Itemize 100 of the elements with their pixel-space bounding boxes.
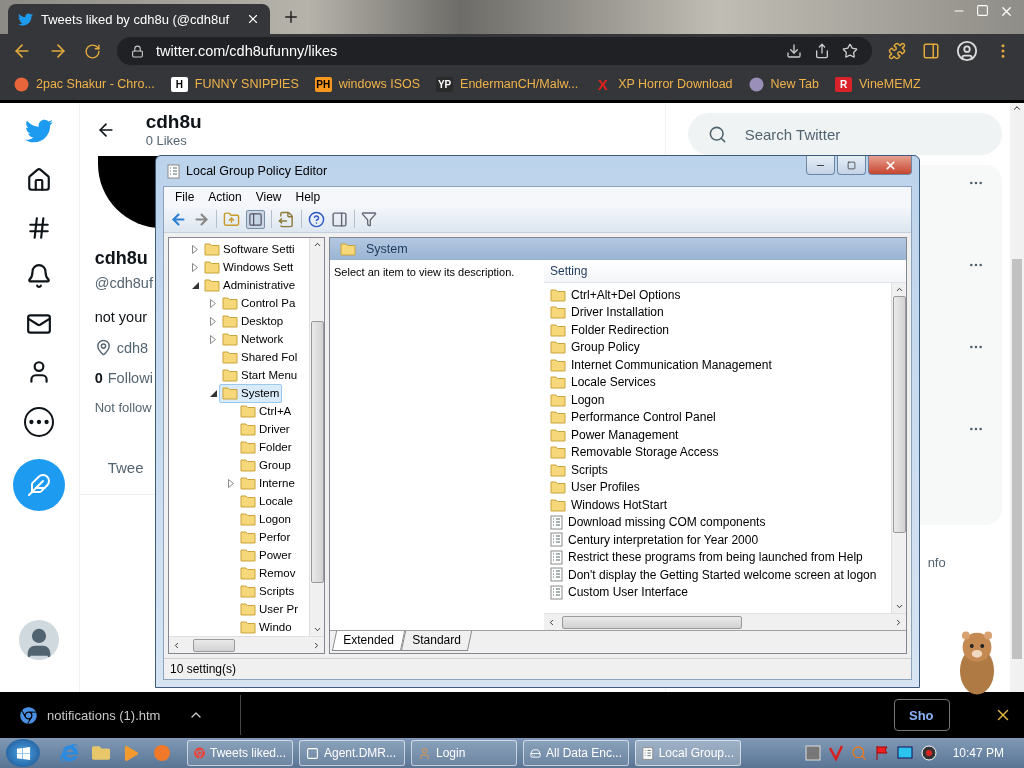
filter-icon[interactable] — [361, 211, 377, 227]
setting-item[interactable]: User Profiles — [544, 478, 891, 496]
maximize-button[interactable] — [837, 156, 866, 175]
bookmark-item[interactable]: PH windows ISOS — [314, 76, 421, 92]
page-scrollbar[interactable] — [1010, 103, 1024, 692]
download-filename[interactable]: notifications (1).htm — [47, 707, 161, 723]
bookmark-item[interactable]: R VineMEMZ — [835, 76, 921, 92]
properties-icon[interactable] — [331, 210, 348, 228]
setting-item[interactable]: Century interpretation for Year 2000 — [544, 531, 891, 549]
folder-icon[interactable] — [92, 744, 110, 762]
address-field[interactable]: twitter.com/cdh8ufunny/likes — [117, 37, 872, 65]
setting-item[interactable]: Internet Communication Management — [544, 356, 891, 374]
tree-item[interactable]: Locale — [237, 491, 296, 511]
setting-item[interactable]: Removable Storage Access — [544, 443, 891, 461]
restore-icon[interactable] — [976, 4, 989, 17]
bookmark-item[interactable]: H FUNNY SNIPPIES — [170, 76, 299, 92]
menu-item[interactable]: Help — [288, 189, 328, 204]
setting-item[interactable]: Performance Control Panel — [544, 408, 891, 426]
start-button[interactable] — [6, 739, 40, 767]
tree-item[interactable]: Scripts — [237, 581, 298, 601]
setting-item[interactable]: Locale Services — [544, 373, 891, 391]
minimize-button[interactable] — [806, 156, 835, 175]
compose-button[interactable] — [13, 459, 66, 511]
search-field[interactable]: Search Twitter — [687, 113, 1003, 155]
tree-item[interactable]: Folder — [237, 437, 295, 457]
setting-item[interactable]: Folder Redirection — [544, 321, 891, 339]
setting-item[interactable]: Driver Installation — [544, 303, 891, 321]
browser-tab[interactable]: Tweets liked by cdh8u (@cdh8uf — [8, 4, 270, 34]
setting-item[interactable]: Power Management — [544, 426, 891, 444]
mail-icon[interactable] — [26, 311, 53, 337]
new-tab-icon[interactable] — [282, 8, 300, 26]
tree-item[interactable]: Driver — [237, 419, 293, 439]
bookmark-item[interactable]: New Tab — [748, 76, 819, 92]
view-tab[interactable]: Standard — [400, 631, 472, 651]
tree-item[interactable]: Group — [237, 455, 294, 475]
reload-icon[interactable] — [84, 42, 101, 60]
setting-item[interactable]: Windows HotStart — [544, 496, 891, 514]
setting-item[interactable]: Don't display the Getting Started welcome screen at logon — [544, 566, 891, 584]
tree-horizontal-scrollbar[interactable] — [169, 636, 324, 653]
list-scrollbar[interactable] — [891, 283, 906, 613]
collapsed-arrow-icon[interactable] — [228, 478, 234, 488]
tree-item[interactable]: Administrative — [201, 275, 299, 295]
bookmark-item[interactable]: X XP Horror Download — [594, 76, 733, 92]
more-icon[interactable] — [24, 407, 55, 437]
setting-item[interactable]: Custom User Interface — [544, 583, 891, 601]
export-list-icon[interactable] — [278, 210, 295, 228]
close-button[interactable] — [868, 156, 912, 175]
tree-item[interactable]: System — [219, 383, 283, 403]
install-icon[interactable] — [786, 43, 802, 59]
setting-item[interactable]: Group Policy — [544, 338, 891, 356]
tree-item[interactable]: Start Menu — [219, 365, 301, 385]
menu-item[interactable]: File — [168, 189, 202, 204]
setting-item[interactable]: Download missing COM components — [544, 513, 891, 531]
tree-item[interactable]: User Pr — [237, 599, 301, 619]
expanded-arrow-icon[interactable] — [191, 281, 199, 289]
tree-item[interactable]: Desktop — [219, 311, 287, 331]
setting-item[interactable]: Scripts — [544, 461, 891, 479]
menu-item[interactable]: View — [248, 189, 289, 204]
speaker-icon[interactable] — [920, 745, 937, 761]
close-icon[interactable] — [246, 12, 260, 26]
bell-icon[interactable] — [26, 263, 53, 289]
expanded-arrow-icon[interactable] — [209, 389, 217, 397]
tree-item[interactable]: Power — [237, 545, 295, 565]
tree-item[interactable]: Ctrl+A — [237, 401, 295, 421]
tree-item[interactable]: Windows Sett — [201, 257, 297, 277]
account-avatar[interactable] — [19, 620, 60, 660]
bookmark-item[interactable]: YP EndermanCH/Malw... — [436, 76, 579, 92]
forward-icon[interactable] — [193, 210, 210, 228]
bookmark-item[interactable]: 2pac Shakur - Chro... — [14, 76, 155, 92]
tree-toggle-button[interactable] — [246, 209, 265, 229]
setting-item[interactable]: Logon — [544, 391, 891, 409]
checkmark-icon[interactable] — [828, 745, 843, 761]
profile-tab[interactable]: Twee — [107, 449, 144, 494]
scroll-up-icon[interactable] — [1012, 103, 1023, 113]
collapsed-arrow-icon[interactable] — [192, 244, 198, 254]
setting-item[interactable]: Restrict these programs from being launched from Help — [544, 548, 891, 566]
home-icon[interactable] — [26, 167, 53, 193]
monitor-icon[interactable] — [896, 746, 913, 760]
tree-item[interactable]: Network — [219, 329, 287, 349]
column-header[interactable]: Setting — [550, 264, 588, 278]
tree-item[interactable]: Windo — [237, 617, 295, 636]
tree-scrollbar[interactable] — [309, 238, 324, 636]
bird-icon[interactable] — [25, 117, 54, 145]
view-tab[interactable]: Extended — [331, 631, 405, 651]
show-all-button[interactable]: Sho — [894, 699, 950, 731]
side-panel-icon[interactable] — [922, 42, 940, 60]
menu-item[interactable]: Action — [201, 189, 249, 204]
tree-item[interactable]: Shared Fol — [219, 347, 301, 367]
tree-item[interactable]: Interne — [237, 473, 298, 493]
collapsed-arrow-icon[interactable] — [192, 262, 198, 272]
tree-item[interactable]: Control Pa — [219, 293, 299, 313]
collapsed-arrow-icon[interactable] — [210, 298, 216, 308]
tree-item[interactable]: Logon — [237, 509, 294, 529]
setting-item[interactable]: Ctrl+Alt+Del Options — [544, 286, 891, 304]
tree-item[interactable]: Software Setti — [201, 239, 298, 259]
share-icon[interactable] — [814, 43, 830, 59]
bookmark-star-icon[interactable] — [842, 43, 858, 59]
extensions-icon[interactable] — [888, 42, 906, 60]
help-icon[interactable] — [308, 210, 325, 228]
collapsed-arrow-icon[interactable] — [210, 316, 216, 326]
